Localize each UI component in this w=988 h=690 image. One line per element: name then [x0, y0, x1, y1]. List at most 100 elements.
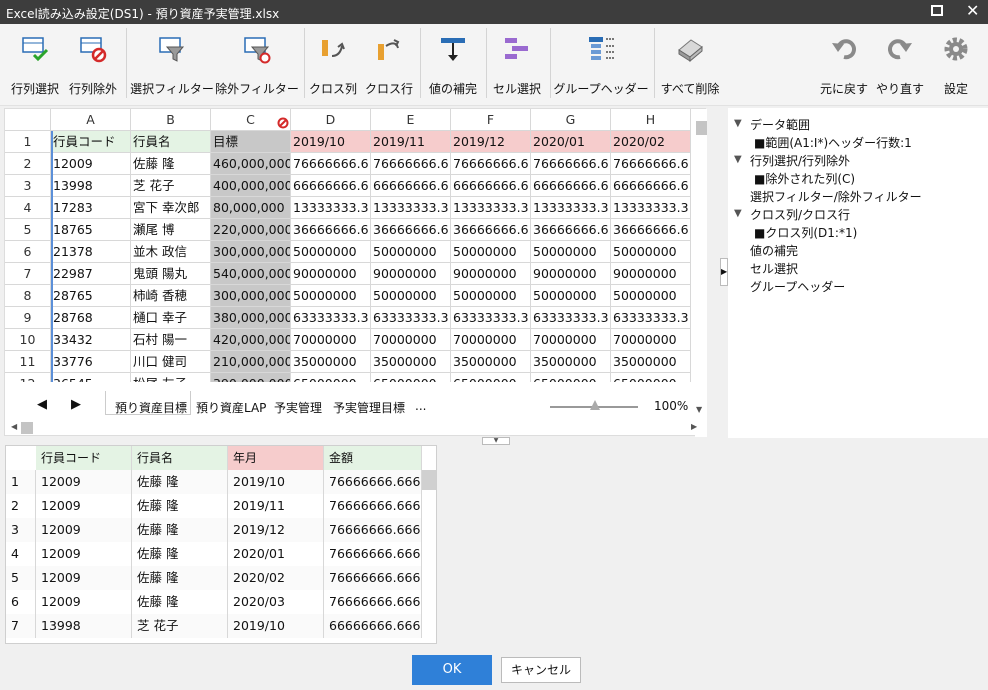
- sheet-cell[interactable]: 66666666.6: [291, 175, 371, 197]
- panel-collapse-icon[interactable]: ▶: [720, 258, 728, 286]
- tree-node[interactable]: ■クロス列(D1:*1): [754, 224, 857, 241]
- select-filter-button[interactable]: 選択フィルター: [130, 24, 214, 106]
- sheet-cell[interactable]: 佐藤 隆: [131, 153, 211, 175]
- sheet-cell[interactable]: 13333333.3: [371, 197, 451, 219]
- sheet-cell[interactable]: 400,000,000: [211, 175, 291, 197]
- row-header[interactable]: 5: [5, 219, 51, 241]
- row-exclude-button[interactable]: 行列除外: [64, 24, 122, 106]
- sheet-cell[interactable]: 50000000: [611, 285, 691, 307]
- value-fill-button[interactable]: 値の補完: [424, 24, 482, 106]
- sheet-cell[interactable]: 33776: [51, 351, 131, 373]
- sheet-cell[interactable]: 65000000: [371, 373, 451, 382]
- redo-button[interactable]: やり直す: [872, 24, 928, 106]
- sheet-cell[interactable]: 川口 健司: [131, 351, 211, 373]
- sheet-cell[interactable]: 13998: [51, 175, 131, 197]
- row-header[interactable]: 12: [5, 373, 51, 382]
- sheet-cell[interactable]: 210,000,000: [211, 351, 291, 373]
- sheet-cell[interactable]: 13333333.3: [611, 197, 691, 219]
- sheet-cell[interactable]: 並木 政信: [131, 241, 211, 263]
- sheet-cell[interactable]: 66666666.6: [611, 175, 691, 197]
- sheet-cell[interactable]: 36666666.6: [451, 219, 531, 241]
- sheet-cell[interactable]: 35000000: [531, 351, 611, 373]
- sheet-cell[interactable]: 90000000: [611, 263, 691, 285]
- scroll-thumb[interactable]: [21, 422, 33, 434]
- sheet-cell[interactable]: 22987: [51, 263, 131, 285]
- result-column-header[interactable]: 行員コード: [36, 446, 132, 470]
- result-column-header[interactable]: 年月: [228, 446, 324, 470]
- sheet-cell[interactable]: 76666666.6: [611, 153, 691, 175]
- close-icon[interactable]: ✕: [966, 1, 979, 20]
- scroll-down-icon[interactable]: ▼: [696, 405, 702, 414]
- header-cell[interactable]: 2020/02: [611, 131, 691, 153]
- header-cell[interactable]: 2019/11: [371, 131, 451, 153]
- sheet-cell[interactable]: 36666666.6: [531, 219, 611, 241]
- column-header[interactable]: F: [451, 109, 531, 131]
- sheet-cell[interactable]: 66666666.6: [451, 175, 531, 197]
- undo-button[interactable]: 元に戻す: [816, 24, 872, 106]
- sheet-cell[interactable]: 380,000,000: [211, 307, 291, 329]
- tree-node[interactable]: グループヘッダー: [750, 278, 845, 295]
- sheet-cell[interactable]: 63333333.3: [531, 307, 611, 329]
- sheet-cell[interactable]: 50000000: [531, 241, 611, 263]
- sheet-cell[interactable]: 390,000,000: [211, 373, 291, 382]
- sheet-cell[interactable]: 12009: [51, 153, 131, 175]
- sheet-cell[interactable]: 50000000: [451, 285, 531, 307]
- sheet-cell[interactable]: 65000000: [291, 373, 371, 382]
- sheet-cell[interactable]: 70000000: [611, 329, 691, 351]
- tree-node[interactable]: ■除外された列(C): [754, 170, 855, 187]
- sheet-cell[interactable]: 65000000: [451, 373, 531, 382]
- row-header[interactable]: 3: [5, 175, 51, 197]
- sheet-cell[interactable]: 13333333.3: [451, 197, 531, 219]
- header-cell[interactable]: 2020/01: [531, 131, 611, 153]
- sheet-cell[interactable]: 90000000: [371, 263, 451, 285]
- row-select-button[interactable]: 行列選択: [6, 24, 64, 106]
- sheet-cell[interactable]: 50000000: [371, 241, 451, 263]
- sheet-cell[interactable]: 300,000,000: [211, 285, 291, 307]
- tab-prev-icon[interactable]: ◀: [37, 397, 47, 412]
- sheet-cell[interactable]: 17283: [51, 197, 131, 219]
- tab-next-icon[interactable]: ▶: [71, 397, 81, 412]
- exclude-filter-button[interactable]: 除外フィルター: [214, 24, 300, 106]
- row-header[interactable]: 2: [5, 153, 51, 175]
- sheet-cell[interactable]: 300,000,000: [211, 241, 291, 263]
- sheet-cell[interactable]: 220,000,000: [211, 219, 291, 241]
- column-header[interactable]: G: [531, 109, 611, 131]
- tree-node[interactable]: 選択フィルター/除外フィルター: [750, 188, 922, 205]
- sheet-cell[interactable]: 70000000: [451, 329, 531, 351]
- row-header[interactable]: 8: [5, 285, 51, 307]
- sheet-cell[interactable]: 90000000: [531, 263, 611, 285]
- result-table[interactable]: 行員コード 行員名 年月 金額 1 12009 佐藤 隆 2019/10 76666666.66…: [5, 445, 437, 644]
- sheet-cell[interactable]: 76666666.6: [451, 153, 531, 175]
- sheet-cell[interactable]: 35000000: [291, 351, 371, 373]
- sheet-cell[interactable]: 石村 陽一: [131, 329, 211, 351]
- sheet-cell[interactable]: 36666666.6: [611, 219, 691, 241]
- splitter-toggle-icon[interactable]: ▼: [482, 437, 510, 445]
- row-header[interactable]: 9: [5, 307, 51, 329]
- cell-select-button[interactable]: セル選択: [488, 24, 546, 106]
- column-header[interactable]: H: [611, 109, 691, 131]
- sheet-cell[interactable]: 宮下 幸次郎: [131, 197, 211, 219]
- tree-node[interactable]: 値の補完: [750, 242, 798, 259]
- header-cell[interactable]: 2019/12: [451, 131, 531, 153]
- sheet-cell[interactable]: 21378: [51, 241, 131, 263]
- sheet-cell[interactable]: 420,000,000: [211, 329, 291, 351]
- sheet-cell[interactable]: 28765: [51, 285, 131, 307]
- tab-sheet[interactable]: 予実管理目標: [333, 399, 405, 416]
- settings-button[interactable]: 設定: [930, 24, 982, 106]
- column-header[interactable]: E: [371, 109, 451, 131]
- row-header[interactable]: 6: [5, 241, 51, 263]
- header-cell[interactable]: 目標: [211, 131, 291, 153]
- cross-column-button[interactable]: クロス列: [306, 24, 360, 106]
- tree-expander-icon[interactable]: ▼: [734, 118, 742, 129]
- sheet-cell[interactable]: 63333333.3: [451, 307, 531, 329]
- sheet-cell[interactable]: 76666666.6: [531, 153, 611, 175]
- maximize-icon[interactable]: [931, 5, 943, 16]
- header-cell[interactable]: 行員コード: [51, 131, 131, 153]
- sheet-cell[interactable]: 70000000: [371, 329, 451, 351]
- tree-node[interactable]: セル選択: [750, 260, 798, 277]
- sheet-cell[interactable]: 樋口 幸子: [131, 307, 211, 329]
- sheet-cell[interactable]: 90000000: [291, 263, 371, 285]
- sheet-cell[interactable]: 35000000: [451, 351, 531, 373]
- sheet-cell[interactable]: 70000000: [291, 329, 371, 351]
- sheet-cell[interactable]: 柿崎 香穂: [131, 285, 211, 307]
